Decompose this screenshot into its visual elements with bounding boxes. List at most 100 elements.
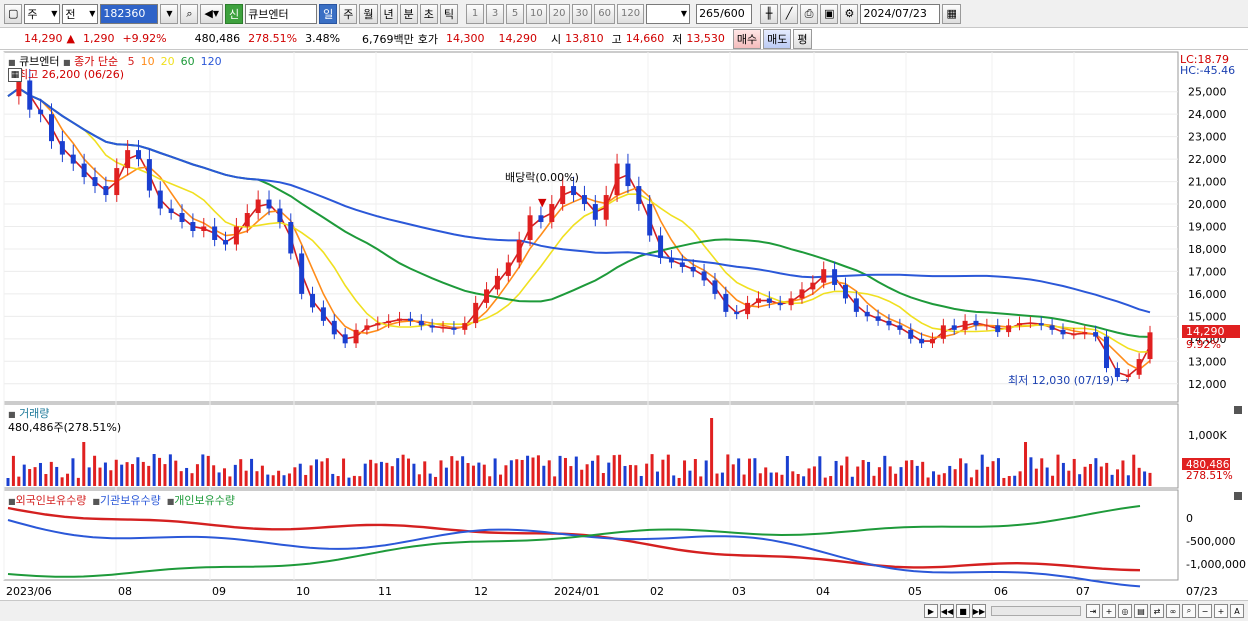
candle-body (919, 338, 925, 344)
volume-bar (959, 458, 963, 486)
candle-type-button[interactable]: ╫ (760, 3, 779, 24)
y-axis-label: 15,000 (1188, 310, 1227, 323)
candle-body (1147, 332, 1153, 360)
tab-period-6[interactable]: 틱 (439, 3, 459, 24)
font-size-icon[interactable]: A (1230, 604, 1244, 618)
buy-button[interactable]: 매수 (732, 28, 762, 49)
layout-icon[interactable]: ▤ (1134, 604, 1148, 618)
volume-bar (244, 470, 248, 486)
candle-body (734, 311, 740, 315)
forward-icon[interactable]: ▶▶ (972, 604, 986, 618)
volume-bar (228, 476, 232, 486)
chart-area[interactable]: 25,000 24,000 23,000 22,000 21,000 20,000 19,0… (0, 50, 1248, 600)
rewind-icon[interactable]: ◀◀ (940, 604, 954, 618)
sell-button[interactable]: 매도 (763, 28, 792, 49)
tab-period-1[interactable]: 주 (339, 3, 358, 24)
volume-bar (1078, 474, 1082, 486)
close-panel-icon[interactable] (1234, 406, 1242, 414)
volume-bar (661, 459, 665, 486)
draw-tool-button[interactable]: ╱ (780, 3, 799, 24)
crosshair-icon[interactable]: + (1102, 604, 1116, 618)
volume-bar (407, 458, 411, 486)
market-type-select[interactable]: 주 ▼ (24, 3, 61, 24)
window-icon[interactable]: ▢ (4, 3, 23, 24)
close-panel-icon[interactable] (1234, 492, 1242, 500)
interval-button-1[interactable]: 1 (466, 3, 485, 24)
interval-button-20[interactable]: 20 (548, 3, 570, 24)
data-count-field[interactable]: 265/600 (696, 3, 753, 24)
interval-button-60[interactable]: 60 (594, 3, 615, 24)
tab-period-2[interactable]: 월 (359, 3, 378, 24)
print-button[interactable]: ⎙ (800, 3, 819, 24)
interval-button-120[interactable]: 120 (616, 3, 645, 24)
volume-bar (352, 475, 356, 486)
volume-bar (1088, 464, 1092, 486)
candle-body (484, 289, 490, 303)
candle-body (179, 213, 185, 223)
volume-bar (520, 459, 524, 486)
interval-button-10[interactable]: 10 (526, 3, 547, 24)
holder-legend-item: 기관보유수량 (99, 494, 161, 507)
candle-body (538, 215, 544, 223)
candle-body (49, 114, 55, 142)
cursor-icon[interactable]: ⇥ (1086, 604, 1100, 618)
tab-period-3[interactable]: 년 (379, 3, 398, 24)
search-icon: ⌕ (186, 6, 193, 20)
tab-period-0[interactable]: 일 (319, 3, 338, 24)
candle-body (821, 269, 827, 283)
interval-button-5[interactable]: 5 (506, 3, 525, 24)
save-button[interactable]: ▣ (820, 3, 839, 24)
stock-code-input[interactable]: 182360 (100, 3, 159, 24)
link-icon[interactable]: ∞ (1166, 604, 1180, 618)
calendar-button[interactable]: ▦ (942, 3, 961, 24)
stop-icon[interactable]: ■ (956, 604, 970, 618)
volume-bar (585, 464, 589, 486)
bid-ask-label: 호가 (417, 32, 439, 46)
interval-button-30[interactable]: 30 (571, 3, 593, 24)
candle-body (429, 325, 435, 328)
tab-period-4[interactable]: 분 (399, 3, 418, 24)
chart-canvas[interactable]: 25,000 24,000 23,000 22,000 21,000 20,000 19,0… (0, 50, 1248, 600)
candle-body (190, 222, 196, 231)
zoom-out-icon[interactable]: − (1198, 604, 1212, 618)
play-icon[interactable]: ▶ (924, 604, 938, 618)
search-button[interactable]: ⌕ (180, 3, 199, 24)
volume-bar (937, 474, 941, 486)
candle-body (1016, 323, 1022, 326)
volume-bar (683, 460, 687, 486)
sound-button[interactable]: ◀ ▼ (200, 3, 224, 24)
volume-bar (1143, 471, 1147, 486)
credit-badge[interactable]: 신 (225, 3, 244, 24)
code-dropdown-button[interactable]: ▼ (160, 3, 179, 24)
candle-body (92, 177, 98, 187)
candle-body (864, 311, 870, 317)
settings-button[interactable]: ⚙ (840, 3, 859, 24)
candle-body (527, 215, 533, 240)
candle-body (951, 325, 957, 330)
volume-bar (764, 467, 768, 486)
chart-scrollbar[interactable] (991, 606, 1081, 616)
volume-bar (693, 459, 697, 486)
grid-icon[interactable]: ▦ (8, 68, 22, 82)
volume-bar (688, 470, 692, 486)
prev-select[interactable]: 전 ▼ (62, 3, 99, 24)
low-price: 13,530 (686, 32, 725, 45)
zoom-in-icon[interactable]: + (1214, 604, 1228, 618)
volume-bar (883, 455, 887, 486)
eval-button[interactable]: 평 (793, 28, 812, 49)
interval-button-3[interactable]: 3 (486, 3, 505, 24)
candle-body (397, 318, 403, 321)
y-axis-label: 19,000 (1188, 221, 1227, 234)
volume-bar (877, 467, 881, 486)
ask-price: 14,300 (446, 32, 485, 45)
volume-bar (834, 460, 838, 486)
date-field[interactable]: 2024/07/23 (860, 3, 941, 24)
volume-bar (141, 461, 145, 486)
compare-icon[interactable]: ⇄ (1150, 604, 1164, 618)
tab-period-5[interactable]: 초 (419, 3, 438, 24)
custom-interval-select[interactable]: ▼ (646, 3, 691, 24)
zoom-icon[interactable]: ◎ (1118, 604, 1132, 618)
volume-bar (444, 467, 448, 486)
candle-body (310, 293, 316, 308)
magnifier-icon[interactable]: ⌕ (1182, 604, 1196, 618)
